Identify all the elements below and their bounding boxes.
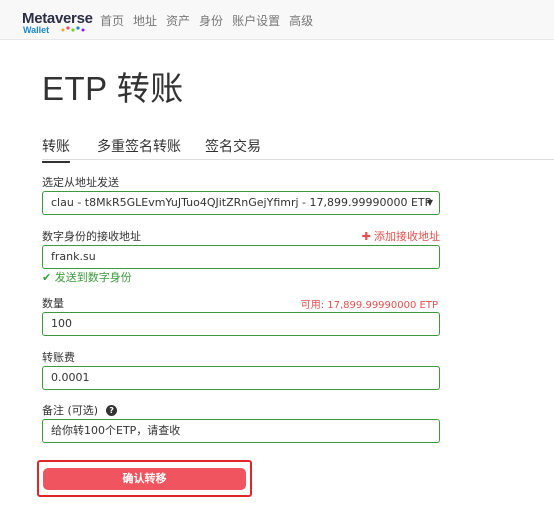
confirm-transfer-button[interactable]: 确认转移	[43, 468, 246, 490]
main-nav: 首页 地址 资产 身份 账户设置 高级	[100, 12, 322, 29]
recipient-label: 数字身份的接收地址	[42, 230, 141, 243]
amount-value: 100	[51, 317, 72, 330]
page-title: ETP 转账	[42, 70, 184, 107]
nav-item-identity[interactable]: 身份	[199, 12, 223, 29]
memo-input[interactable]: 给你转100个ETP，请查收	[42, 419, 440, 443]
checkmark-icon: ✔	[42, 271, 52, 284]
recipient-status-text: 发送到数字身份	[54, 271, 132, 284]
recipient-status: ✔ 发送到数字身份	[42, 269, 132, 285]
available-balance: 可用: 17,899.99990000 ETP	[300, 300, 438, 311]
tab-multisig-transfer[interactable]: 多重签名转账	[97, 136, 181, 156]
transfer-tabs: 转账 多重签名转账 签名交易	[42, 134, 554, 163]
nav-item-advanced[interactable]: 高级	[289, 12, 313, 29]
from-address-value: clau - t8MkR5GLEvmYuJTuo4QJitZRnGejYfimr…	[51, 196, 432, 209]
recipient-input[interactable]: frank.su	[42, 245, 440, 269]
memo-label: 备注 (可选)?	[42, 402, 118, 418]
amount-label: 数量	[42, 297, 64, 310]
metaverse-logo[interactable]: Metaverse Wallet	[22, 10, 93, 36]
nav-item-address[interactable]: 地址	[133, 12, 157, 29]
nav-item-assets[interactable]: 资产	[166, 12, 190, 29]
recipient-value: frank.su	[51, 250, 96, 263]
add-recipient-link[interactable]: ✚ 添加接收地址	[362, 228, 440, 244]
memo-label-text: 备注 (可选)	[42, 404, 99, 417]
logo-subtitle: Wallet	[23, 25, 50, 35]
amount-input[interactable]: 100	[42, 312, 440, 336]
from-address-select[interactable]: clau - t8MkR5GLEvmYuJTuo4QJitZRnGejYfimr…	[42, 191, 440, 215]
top-navbar: Metaverse Wallet 首页 地址 资产 身份 账户设置 高级	[0, 0, 554, 40]
fee-input[interactable]: 0.0001	[42, 366, 440, 390]
fee-value: 0.0001	[51, 371, 90, 384]
tab-sign-transaction[interactable]: 签名交易	[205, 136, 261, 156]
logo-dots-icon	[61, 26, 85, 32]
memo-value: 给你转100个ETP，请查收	[51, 424, 181, 437]
nav-item-home[interactable]: 首页	[100, 12, 124, 29]
from-address-label: 选定从地址发送	[42, 176, 119, 189]
nav-item-account-settings[interactable]: 账户设置	[232, 12, 280, 29]
question-circle-icon[interactable]: ?	[106, 405, 118, 416]
dropdown-arrow-icon: ▼	[426, 198, 433, 207]
add-recipient-label: 添加接收地址	[374, 230, 440, 243]
plus-icon: ✚	[361, 230, 371, 243]
tab-transfer[interactable]: 转账	[42, 136, 70, 163]
fee-label: 转账费	[42, 351, 75, 364]
